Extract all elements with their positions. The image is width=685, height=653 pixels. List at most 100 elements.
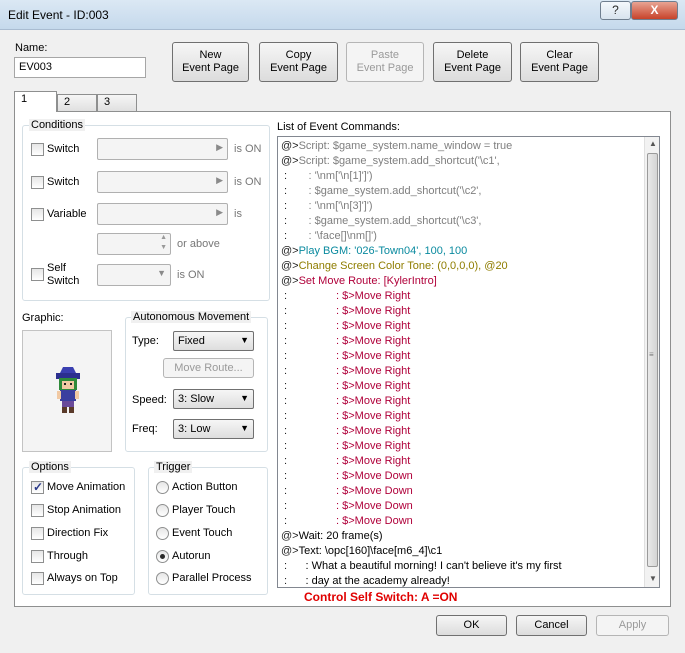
self-switch-select[interactable]: ▼ xyxy=(97,264,171,286)
close-button[interactable]: X xyxy=(631,1,678,20)
spinner-up-icon: ▲ xyxy=(160,234,167,241)
command-text: Text: \opc[160]\face[m6_4]\c1 xyxy=(298,545,443,557)
paste-event-page-button[interactable]: Paste Event Page xyxy=(346,42,424,82)
always-on-top-checkbox[interactable] xyxy=(31,572,44,585)
command-line[interactable]: @>Set Move Route: [KylerIntro] xyxy=(281,274,437,289)
command-text: Change Screen Color Tone: (0,0,0,0), @20 xyxy=(298,260,508,272)
command-line[interactable]: : : $game_system.add_shortcut('\c3', xyxy=(281,214,481,229)
command-prefix: @> xyxy=(281,530,299,542)
chevron-right-icon: ▶ xyxy=(216,207,223,217)
command-text: : $>Move Right xyxy=(287,290,411,302)
conditions-label: Conditions xyxy=(29,119,85,131)
variable-select[interactable]: ▶ xyxy=(97,203,228,225)
command-line[interactable]: @>Script: $game_system.add_shortcut('\c1… xyxy=(281,154,500,169)
command-line[interactable]: : : $>Move Right xyxy=(281,364,410,379)
through-checkbox[interactable] xyxy=(31,550,44,563)
command-line[interactable]: : : $>Move Right xyxy=(281,379,410,394)
command-line[interactable]: @>Script: $game_system.name_window = tru… xyxy=(281,139,512,154)
command-line[interactable]: : : $>Move Right xyxy=(281,319,410,334)
speed-label: Speed: xyxy=(132,394,167,406)
command-line[interactable]: : : $>Move Right xyxy=(281,334,410,349)
scroll-up-icon[interactable]: ▲ xyxy=(649,139,657,148)
command-line[interactable]: : : $game_system.add_shortcut('\c2', xyxy=(281,184,481,199)
command-line[interactable]: : : $>Move Right xyxy=(281,454,410,469)
player-touch-radio[interactable] xyxy=(156,504,169,517)
command-line[interactable]: : : $>Move Down xyxy=(281,499,413,514)
command-line[interactable]: : : $>Move Down xyxy=(281,484,413,499)
parallel-process-radio[interactable] xyxy=(156,572,169,585)
action-button-label: Action Button xyxy=(172,481,238,493)
name-field[interactable]: EV003 xyxy=(14,57,146,78)
apply-button[interactable]: Apply xyxy=(596,615,669,636)
command-text: : '\nm['\n[3]']') xyxy=(287,200,373,212)
command-text: : $>Move Right xyxy=(287,395,411,407)
copy-event-page-button[interactable]: Copy Event Page xyxy=(259,42,338,82)
command-text: : '\nm['\n[1]']') xyxy=(287,170,373,182)
command-line[interactable]: @>Wait: 20 frame(s) xyxy=(281,529,383,544)
stop-animation-checkbox[interactable] xyxy=(31,504,44,517)
command-line[interactable]: : : $>Move Down xyxy=(281,514,413,529)
command-line[interactable]: : : $>Move Right xyxy=(281,304,410,319)
type-select[interactable]: Fixed ▼ xyxy=(173,331,254,351)
command-prefix: @> xyxy=(281,140,299,152)
event-commands-list[interactable]: @>Script: $game_system.name_window = tru… xyxy=(277,136,660,588)
switch2-select[interactable]: ▶ xyxy=(97,171,228,193)
command-line[interactable]: @>Text: \opc[160]\face[m6_4]\c1 xyxy=(281,544,442,559)
command-text: Play BGM: '026-Town04', 100, 100 xyxy=(298,245,468,257)
switch1-select[interactable]: ▶ xyxy=(97,138,228,160)
cancel-button[interactable]: Cancel xyxy=(516,615,587,636)
command-line[interactable]: : : '\nm['\n[1]']') xyxy=(281,169,373,184)
command-text: : $>Move Right xyxy=(287,305,411,317)
command-line[interactable]: : : $>Move Right xyxy=(281,349,410,364)
command-line[interactable]: : : $>Move Right xyxy=(281,439,410,454)
command-line[interactable]: : : '\face[]\nm[]') xyxy=(281,229,377,244)
chevron-down-icon: ▼ xyxy=(240,423,249,433)
move-route-button[interactable]: Move Route... xyxy=(163,358,254,378)
copy-label-2: Event Page xyxy=(270,62,327,74)
autorun-radio[interactable] xyxy=(156,550,169,563)
speed-select[interactable]: 3: Slow ▼ xyxy=(173,389,254,409)
tab-1[interactable]: 1 xyxy=(14,91,57,112)
switch1-checkbox[interactable] xyxy=(31,143,44,156)
scroll-down-icon[interactable]: ▼ xyxy=(649,574,657,583)
command-text: : $>Move Down xyxy=(287,470,413,482)
move-animation-checkbox[interactable] xyxy=(31,480,44,494)
help-button[interactable]: ? xyxy=(600,1,631,20)
speed-value: 3: Slow xyxy=(178,393,215,405)
command-line[interactable]: : : $>Move Right xyxy=(281,289,410,304)
variable-value-spinner[interactable]: ▲ ▼ xyxy=(97,233,171,255)
command-line[interactable]: : : $>Move Right xyxy=(281,409,410,424)
command-text: : $>Move Down xyxy=(287,515,413,527)
tab-3[interactable]: 3 xyxy=(97,94,137,111)
command-line[interactable]: : : What a beautiful morning! I can't be… xyxy=(281,559,562,574)
event-touch-radio[interactable] xyxy=(156,527,169,540)
vertical-scrollbar[interactable]: ▲ ≡ ▼ xyxy=(644,137,659,587)
delete-event-page-button[interactable]: Delete Event Page xyxy=(433,42,512,82)
action-button-radio[interactable] xyxy=(156,481,169,494)
direction-fix-checkbox[interactable] xyxy=(31,527,44,540)
freq-select[interactable]: 3: Low ▼ xyxy=(173,419,254,439)
new-event-page-button[interactable]: New Event Page xyxy=(172,42,249,82)
command-line[interactable]: @>Change Screen Color Tone: (0,0,0,0), @… xyxy=(281,259,508,274)
command-text: : $>Move Right xyxy=(287,350,411,362)
self-switch-checkbox[interactable] xyxy=(31,268,44,281)
tab-2[interactable]: 2 xyxy=(57,94,97,111)
graphic-label: Graphic: xyxy=(22,312,64,324)
clear-event-page-button[interactable]: Clear Event Page xyxy=(520,42,599,82)
scrollbar-thumb[interactable]: ≡ xyxy=(647,153,658,567)
command-line[interactable]: : : '\nm['\n[3]']') xyxy=(281,199,373,214)
command-line[interactable]: : : day at the academy already! xyxy=(281,574,450,587)
command-text: : $>Move Right xyxy=(287,380,411,392)
command-line[interactable]: : : $>Move Right xyxy=(281,424,410,439)
stop-animation-label: Stop Animation xyxy=(47,504,121,516)
switch2-label: Switch xyxy=(47,176,80,188)
title-bar: Edit Event - ID:003 ? X xyxy=(0,0,685,30)
graphic-preview[interactable] xyxy=(22,330,112,452)
command-line[interactable]: : : $>Move Down xyxy=(281,469,413,484)
ok-button[interactable]: OK xyxy=(436,615,507,636)
command-text: : '\face[]\nm[]') xyxy=(287,230,377,242)
command-line[interactable]: @>Play BGM: '026-Town04', 100, 100 xyxy=(281,244,467,259)
variable-checkbox[interactable] xyxy=(31,208,44,221)
switch2-checkbox[interactable] xyxy=(31,176,44,189)
command-line[interactable]: : : $>Move Right xyxy=(281,394,410,409)
